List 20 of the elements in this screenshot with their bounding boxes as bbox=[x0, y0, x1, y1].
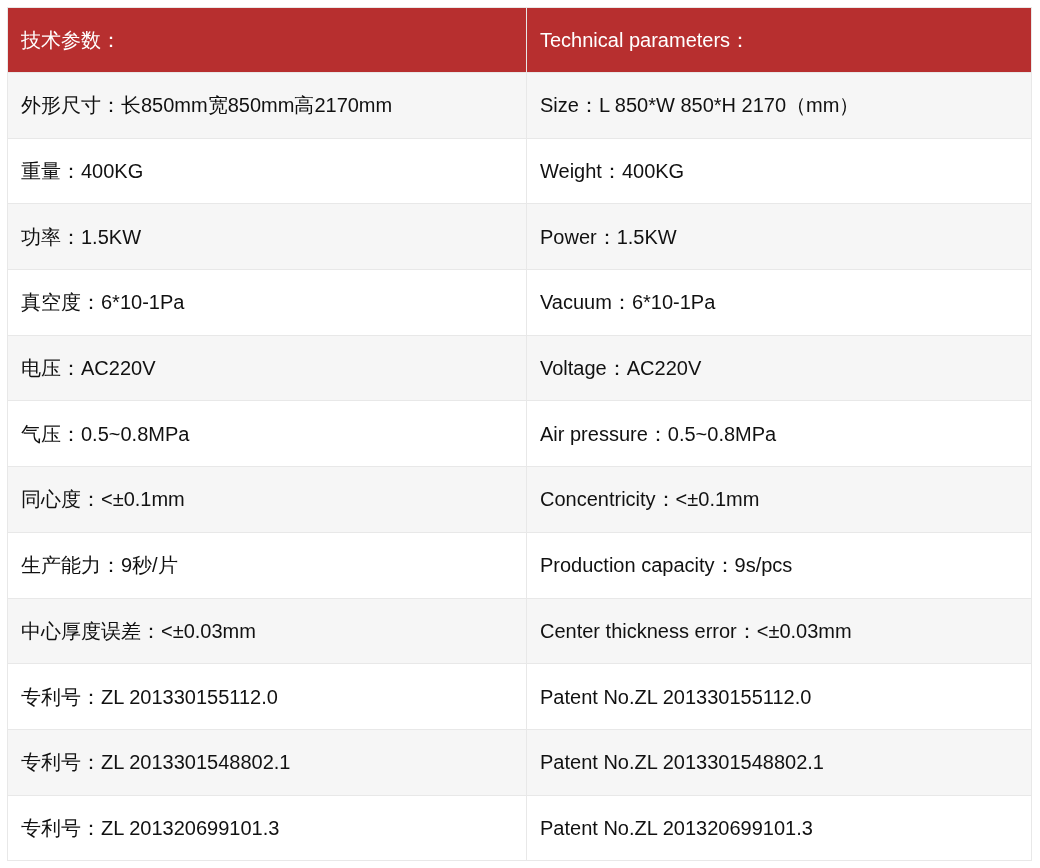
table-cell-text: 专利号：ZL 2013301548802.1 bbox=[20, 750, 292, 776]
table-cell: Vacuum：6*10-1Pa bbox=[526, 270, 1031, 335]
table-cell: Size：L 850*W 850*H 2170（mm） bbox=[526, 73, 1031, 138]
table-cell: Patent No.ZL 201330155112.0 bbox=[526, 664, 1031, 729]
table-cell-text: 重量：400KG bbox=[20, 159, 145, 185]
table-cell: Patent No.ZL 2013301548802.1 bbox=[526, 729, 1031, 795]
table-cell: Concentricity：<±0.1mm bbox=[526, 467, 1031, 532]
table-cell-text: 同心度：<±0.1mm bbox=[20, 487, 186, 513]
table-cell-text: 生产能力：9秒/片 bbox=[20, 553, 179, 579]
table-cell-text: 真空度：6*10-1Pa bbox=[20, 290, 186, 316]
column-header: 技术参数： bbox=[20, 28, 122, 53]
table-cell: Production capacity：9s/pcs bbox=[526, 532, 1031, 598]
table-cell-text: 外形尺寸：长850mm宽850mm高2170mm bbox=[20, 93, 394, 119]
table-cell-text: 专利号：ZL 201320699101.3 bbox=[20, 815, 281, 841]
table-cell-text: 电压：AC220V bbox=[20, 356, 157, 382]
table-cell-text: 气压：0.5~0.8MPa bbox=[20, 421, 191, 447]
table-cell-text: 中心厚度误差：<±0.03mm bbox=[20, 618, 257, 644]
table-cell-text: 专利号：ZL 201330155112.0 bbox=[20, 684, 279, 710]
table-cell-text: 功率：1.5KW bbox=[20, 224, 143, 250]
table-cell: Patent No.ZL 201320699101.3 bbox=[526, 795, 1031, 861]
